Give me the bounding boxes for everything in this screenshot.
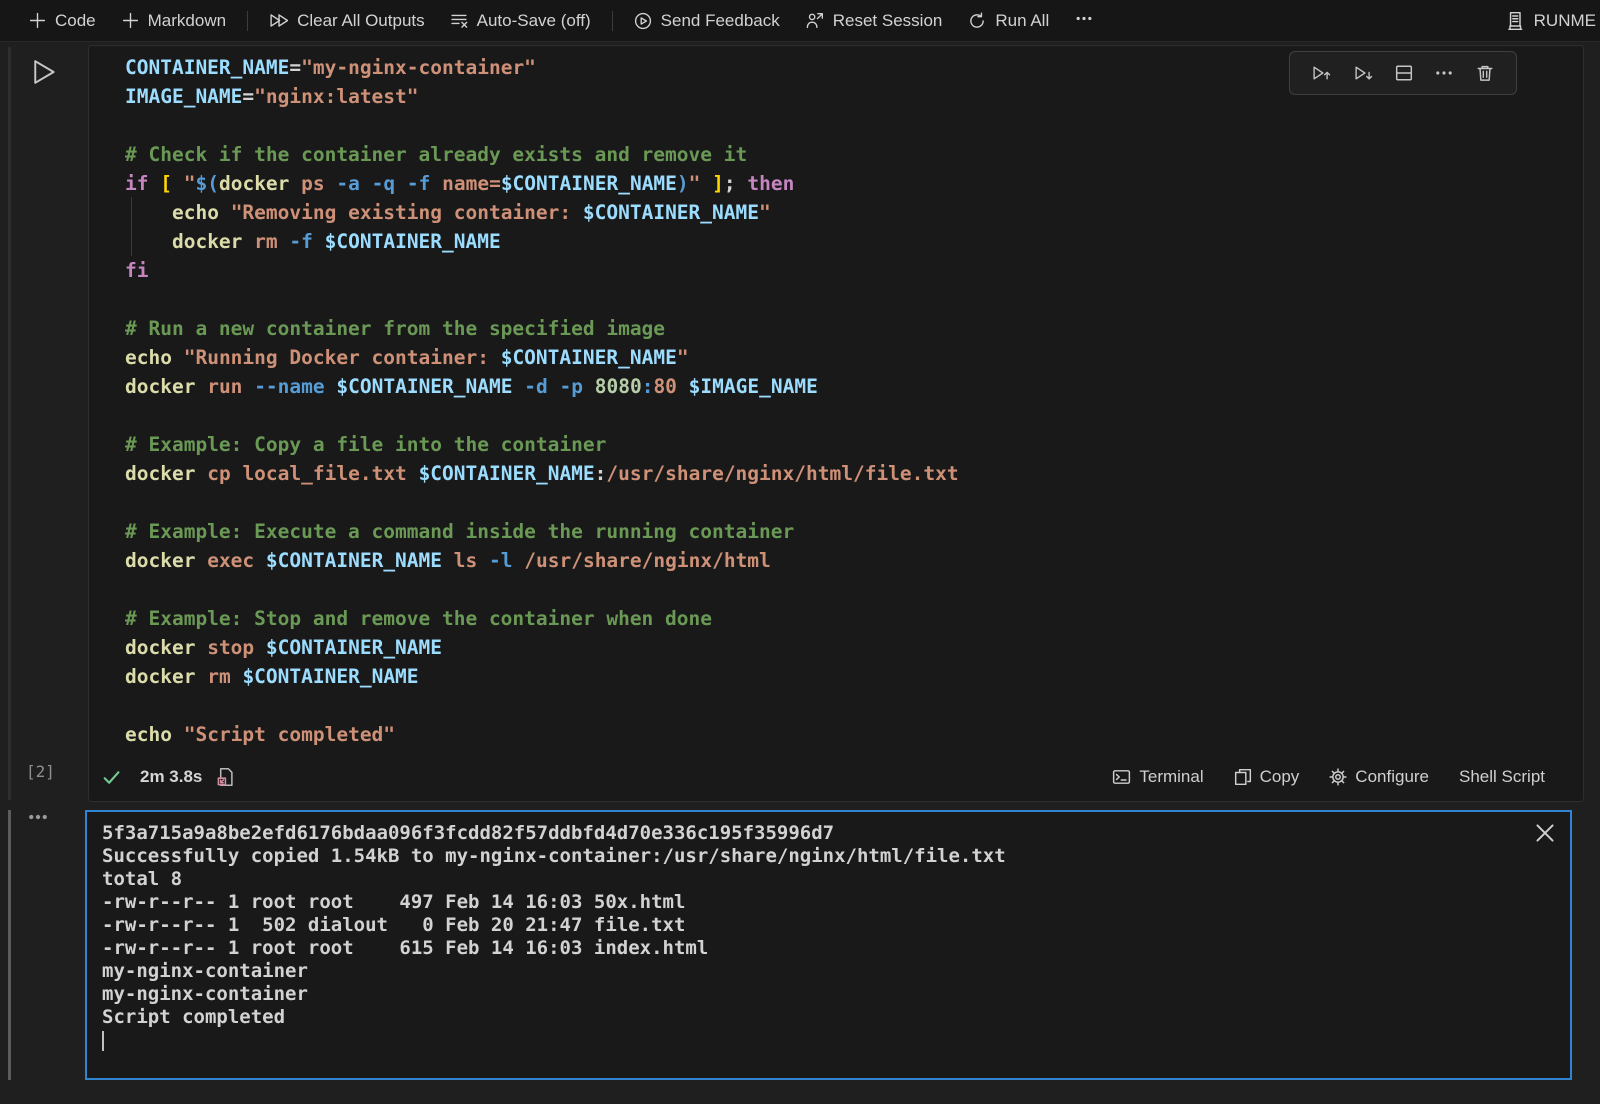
copy-button[interactable]: Copy bbox=[1234, 767, 1300, 787]
output-text[interactable]: 5f3a715a9a8be2efd6176bdaa096f3fcdd82f57d… bbox=[102, 822, 1520, 1074]
copy-icon bbox=[1234, 768, 1252, 786]
cell-hover-toolbar bbox=[1289, 51, 1517, 95]
code-line: docker cp local_file.txt $CONTAINER_NAME… bbox=[125, 459, 1573, 488]
code-cell: CONTAINER_NAME="my-nginx-container"IMAGE… bbox=[88, 45, 1584, 802]
configure-label: Configure bbox=[1355, 767, 1429, 787]
code-line: echo "Running Docker container: $CONTAIN… bbox=[125, 343, 1573, 372]
output-line: -rw-r--r-- 1 root root 497 Feb 14 16:03 … bbox=[102, 891, 1520, 914]
terminal-button[interactable]: Terminal bbox=[1112, 767, 1203, 787]
notebook-toolbar: Code Markdown Clear All Outputs Auto-Sav… bbox=[0, 0, 1600, 42]
run-above-button[interactable] bbox=[1312, 64, 1331, 82]
code-line: # Example: Copy a file into the containe… bbox=[125, 430, 1573, 459]
delete-cell-button[interactable] bbox=[1476, 64, 1494, 82]
output-focus-bar[interactable] bbox=[8, 810, 11, 1080]
auto-save-icon bbox=[634, 12, 652, 30]
output-line: total 8 bbox=[102, 868, 1520, 891]
code-line bbox=[125, 691, 1573, 720]
run-all-button[interactable]: Clear All Outputs bbox=[256, 0, 438, 41]
success-check-icon bbox=[101, 767, 122, 788]
run-all-label: Clear All Outputs bbox=[297, 11, 425, 31]
code-line bbox=[125, 111, 1573, 140]
configure-button[interactable]: Configure bbox=[1329, 767, 1429, 787]
notebook-window: Code Markdown Clear All Outputs Auto-Sav… bbox=[0, 0, 1600, 1104]
output-line: -rw-r--r-- 1 root root 615 Feb 14 16:03 … bbox=[102, 937, 1520, 960]
code-line: echo "Removing existing container: $CONT… bbox=[125, 198, 1573, 227]
code-line: fi bbox=[125, 256, 1573, 285]
language-picker[interactable]: Shell Script bbox=[1459, 767, 1545, 787]
output-line: Script completed bbox=[102, 1006, 1520, 1029]
plus-icon bbox=[122, 12, 139, 29]
code-line: echo "Script completed" bbox=[125, 720, 1573, 749]
copy-label: Copy bbox=[1260, 767, 1300, 787]
runme-icon bbox=[1505, 11, 1525, 31]
cell-status-bar: 2m 3.8s Terminal Copy Configure bbox=[89, 753, 1583, 801]
code-line: # Example: Stop and remove the container… bbox=[125, 604, 1573, 633]
code-line bbox=[125, 488, 1573, 517]
code-line: if [ "$(docker ps -a -q -f name=$CONTAIN… bbox=[125, 169, 1573, 198]
terminal-label: Terminal bbox=[1139, 767, 1203, 787]
code-line: docker rm -f $CONTAINER_NAME bbox=[125, 227, 1573, 256]
auto-save-toggle[interactable]: Send Feedback bbox=[621, 0, 793, 41]
session-output-icon[interactable] bbox=[216, 767, 236, 787]
language-label: Shell Script bbox=[1459, 767, 1545, 787]
terminal-icon bbox=[1112, 768, 1131, 786]
terminal-cursor-line bbox=[102, 1029, 1520, 1052]
code-line: docker run --name $CONTAINER_NAME -d -p … bbox=[125, 372, 1573, 401]
terminal-cursor bbox=[102, 1031, 104, 1051]
toolbar-separator bbox=[612, 11, 613, 31]
clear-outputs-icon bbox=[451, 12, 468, 29]
add-code-cell-button[interactable]: Code bbox=[16, 0, 109, 41]
output-options-button[interactable] bbox=[26, 808, 50, 831]
toolbar-separator bbox=[247, 11, 248, 31]
execution-count: [2] bbox=[26, 762, 55, 781]
output-line: Successfully copied 1.54kB to my-nginx-c… bbox=[102, 845, 1520, 868]
clear-all-outputs-button[interactable]: Auto-Save (off) bbox=[438, 0, 604, 41]
code-editor[interactable]: CONTAINER_NAME="my-nginx-container"IMAGE… bbox=[125, 53, 1573, 751]
output-line: 5f3a715a9a8be2efd6176bdaa096f3fcdd82f57d… bbox=[102, 822, 1520, 845]
code-line bbox=[125, 401, 1573, 430]
output-line: my-nginx-container bbox=[102, 960, 1520, 983]
split-cell-button[interactable] bbox=[1395, 64, 1413, 82]
more-actions-button[interactable] bbox=[1435, 64, 1453, 82]
code-line: # Check if the container already exists … bbox=[125, 140, 1573, 169]
output-line: my-nginx-container bbox=[102, 983, 1520, 1006]
execution-duration: 2m 3.8s bbox=[140, 767, 202, 787]
runme-kernel-button[interactable]: RUNME bbox=[1505, 11, 1600, 31]
code-line: # Run a new container from the specified… bbox=[125, 314, 1573, 343]
close-output-button[interactable] bbox=[1534, 822, 1556, 844]
runme-label: RUNME bbox=[1534, 11, 1596, 31]
send-feedback-button[interactable]: Reset Session bbox=[793, 0, 956, 41]
cell-focus-bar[interactable] bbox=[8, 47, 11, 800]
reset-session-button[interactable]: Run All bbox=[955, 0, 1062, 41]
run-cell-button[interactable] bbox=[30, 58, 58, 86]
code-line bbox=[125, 285, 1573, 314]
code-line: docker exec $CONTAINER_NAME ls -l /usr/s… bbox=[125, 546, 1573, 575]
run-all-icon bbox=[269, 12, 288, 29]
send-feedback-label: Reset Session bbox=[833, 11, 943, 31]
code-line: docker rm $CONTAINER_NAME bbox=[125, 662, 1573, 691]
toolbar-more-button[interactable] bbox=[1062, 0, 1106, 41]
code-line: docker stop $CONTAINER_NAME bbox=[125, 633, 1573, 662]
feedback-icon bbox=[806, 12, 824, 29]
reset-session-label: Run All bbox=[995, 11, 1049, 31]
add-markdown-label: Markdown bbox=[148, 11, 226, 31]
code-line bbox=[125, 575, 1573, 604]
gear-icon bbox=[1329, 768, 1347, 786]
ellipsis-icon bbox=[1075, 10, 1093, 32]
reset-icon bbox=[968, 12, 986, 30]
add-code-label: Code bbox=[55, 11, 96, 31]
plus-icon bbox=[29, 12, 46, 29]
cell-output-panel: 5f3a715a9a8be2efd6176bdaa096f3fcdd82f57d… bbox=[85, 810, 1572, 1080]
auto-save-label: Send Feedback bbox=[661, 11, 780, 31]
clear-all-outputs-label: Auto-Save (off) bbox=[477, 11, 591, 31]
add-markdown-cell-button[interactable]: Markdown bbox=[109, 0, 239, 41]
output-line: -rw-r--r-- 1 502 dialout 0 Feb 20 21:47 … bbox=[102, 914, 1520, 937]
run-below-button[interactable] bbox=[1354, 64, 1373, 82]
code-line: # Example: Execute a command inside the … bbox=[125, 517, 1573, 546]
